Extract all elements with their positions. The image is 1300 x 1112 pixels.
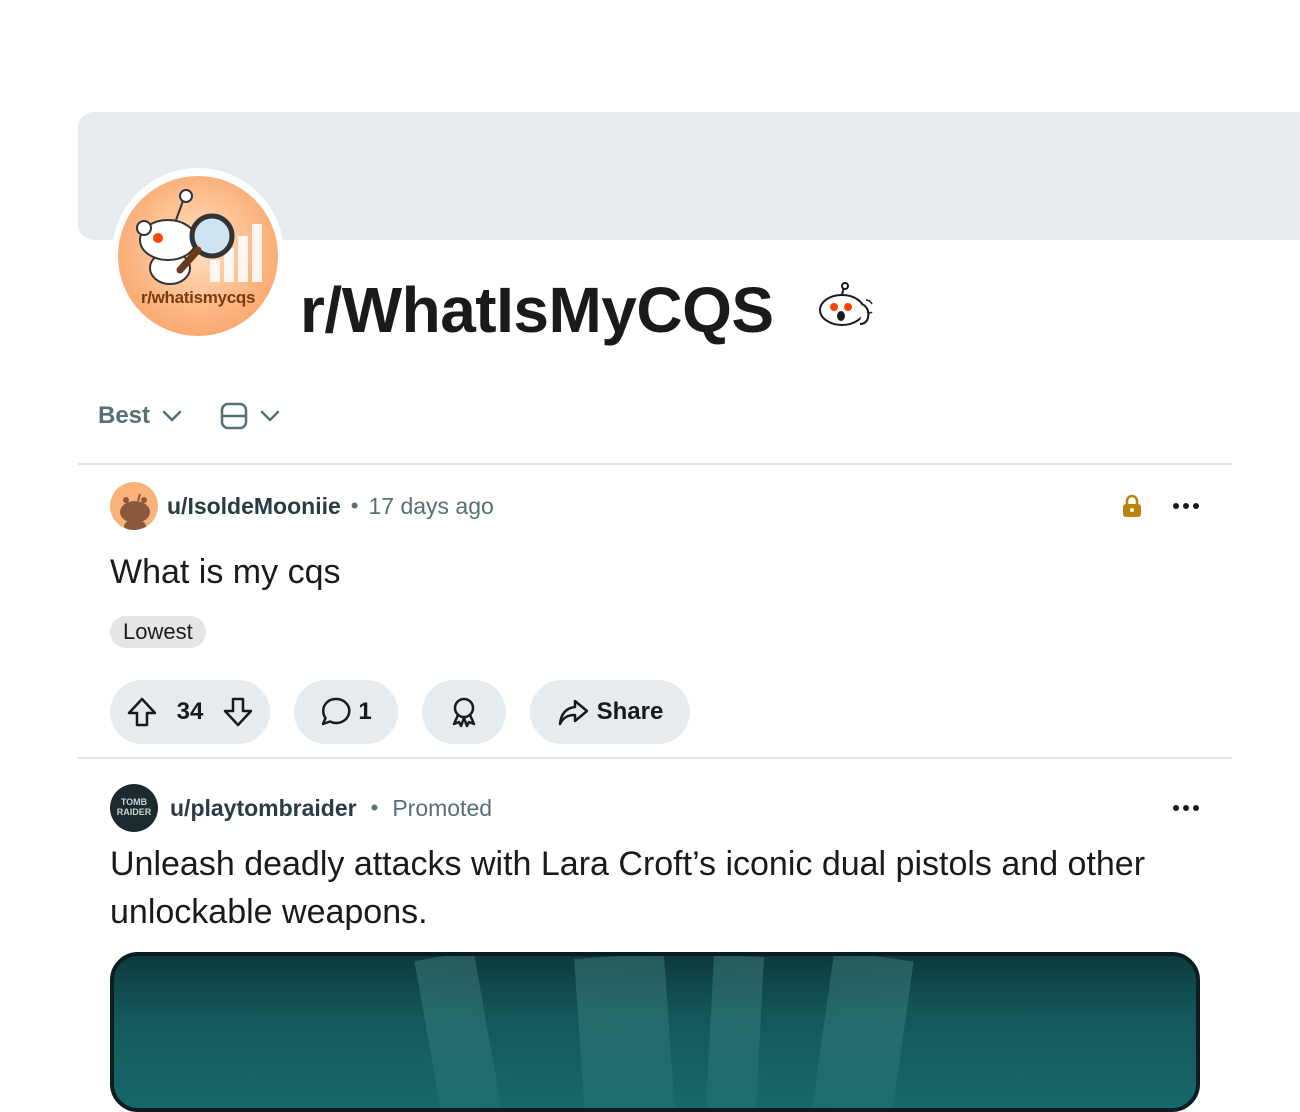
downvote-icon[interactable] <box>222 696 254 728</box>
chevron-down-icon <box>162 410 182 422</box>
share-button[interactable]: Share <box>530 680 690 744</box>
lock-icon <box>1123 494 1141 517</box>
user-avatar[interactable] <box>110 482 158 530</box>
meta-separator: • <box>350 493 359 518</box>
post-card[interactable]: u/IsoldeMooniie • 17 days ago What is my… <box>110 482 1200 744</box>
svg-text:TOMB: TOMB <box>121 797 148 807</box>
post-flair[interactable]: Lowest <box>110 616 206 648</box>
tomb-raider-logo: TOMB RAIDER <box>117 797 152 817</box>
post-meta: u/IsoldeMooniie • 17 days ago <box>110 482 1200 530</box>
subreddit-title: r/WhatIsMyCQS <box>300 274 774 346</box>
snoo-avatar-icon <box>120 493 150 530</box>
award-button[interactable] <box>422 680 506 744</box>
svg-text:RAIDER: RAIDER <box>117 807 152 817</box>
promoted-post-title[interactable]: Unleash deadly attacks with Lara Croft’s… <box>110 840 1190 936</box>
post-author[interactable]: u/IsoldeMooniie <box>167 493 341 520</box>
comments-button[interactable]: 1 <box>294 680 398 744</box>
view-dropdown[interactable] <box>220 402 280 430</box>
post-timestamp: 17 days ago <box>368 492 494 519</box>
more-options-icon[interactable] <box>1172 502 1200 510</box>
post-meta: TOMB RAIDER u/playtombraider • Promoted <box>110 784 1200 832</box>
snoo-magnifier-icon <box>136 189 262 285</box>
promoted-post-image[interactable] <box>110 952 1200 1112</box>
subreddit-avatar[interactable]: r/whatismycqs <box>112 168 284 340</box>
comment-icon <box>322 697 351 726</box>
share-icon <box>558 699 588 726</box>
sort-dropdown[interactable]: Best <box>98 402 182 430</box>
post-actions: 34 1 Share <box>110 680 1200 744</box>
feed-controls: Best <box>98 398 280 434</box>
card-view-icon <box>220 402 248 430</box>
subreddit-avatar-label: r/whatismycqs <box>140 288 256 307</box>
award-icon <box>452 697 476 728</box>
subreddit-avatar-image: r/whatismycqs <box>118 176 278 336</box>
vote-count: 34 <box>176 698 204 725</box>
more-options-icon[interactable] <box>1172 804 1200 812</box>
advertiser-avatar[interactable]: TOMB RAIDER <box>110 784 158 832</box>
vote-control: 34 <box>110 680 270 744</box>
chevron-down-icon <box>260 410 280 422</box>
sort-label: Best <box>98 402 151 429</box>
upvote-icon[interactable] <box>126 696 158 728</box>
meta-separator: • <box>370 795 379 820</box>
promoted-post-card[interactable]: TOMB RAIDER u/playtombraider • Promoted … <box>110 784 1200 936</box>
post-author[interactable]: u/playtombraider <box>170 795 357 822</box>
feed-divider <box>78 463 1232 465</box>
post-title[interactable]: What is my cqs <box>110 550 1200 594</box>
snoo-mascot-icon <box>819 282 873 326</box>
promoted-label: Promoted <box>392 794 493 821</box>
share-label: Share <box>596 698 664 725</box>
comment-count: 1 <box>358 698 372 725</box>
feed-divider <box>78 757 1232 759</box>
